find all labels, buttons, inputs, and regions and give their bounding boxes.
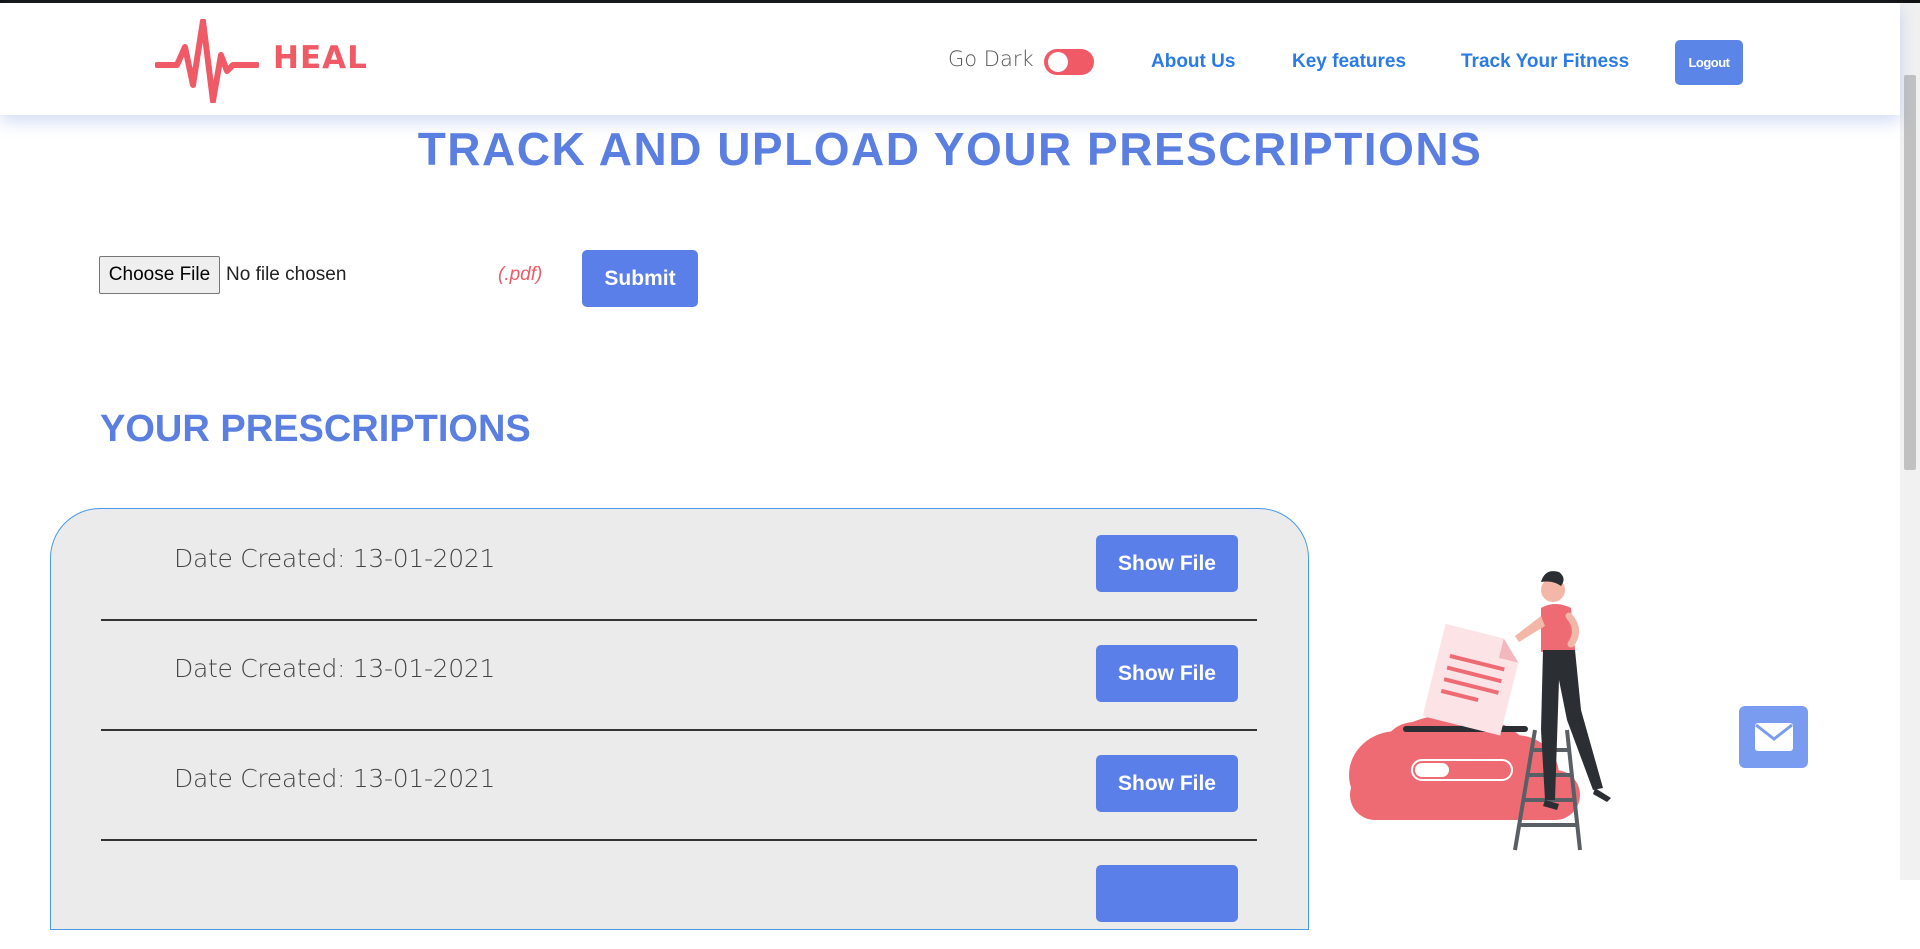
date-created-text: Date Created: 13-01-2021 bbox=[174, 764, 496, 793]
page-title: TRACK AND UPLOAD YOUR PRESCRIPTIONS bbox=[417, 123, 1483, 175]
file-status-text: No file chosen bbox=[226, 264, 347, 285]
scrollbar-thumb[interactable] bbox=[1904, 75, 1916, 470]
show-file-button[interactable]: Show File bbox=[1096, 535, 1238, 592]
logout-button[interactable]: Logout bbox=[1675, 40, 1743, 85]
page-scrollbar[interactable] bbox=[1900, 3, 1920, 880]
date-created-text: Date Created: 13-01-2021 bbox=[174, 544, 496, 573]
nav-track-fitness[interactable]: Track Your Fitness bbox=[1461, 51, 1629, 73]
prescription-row: Date Created: 13-01-2021 Show File bbox=[101, 619, 1257, 731]
top-navbar: HEAL Go Dark About Us Key features Track… bbox=[0, 3, 1900, 115]
prescription-row: Date Created: 13-01-2021 Show File bbox=[101, 729, 1257, 841]
date-created-text: Date Created: 13-01-2021 bbox=[174, 654, 496, 683]
contact-mail-button[interactable] bbox=[1739, 706, 1808, 768]
submit-button[interactable]: Submit bbox=[582, 250, 698, 307]
document-shape bbox=[1422, 623, 1519, 736]
dark-mode-toggle[interactable] bbox=[1044, 49, 1094, 75]
toggle-knob bbox=[1048, 52, 1068, 72]
prescriptions-list: Date Created: 13-01-2021 Show File Date … bbox=[50, 508, 1309, 930]
choose-file-button[interactable]: Choose File bbox=[99, 256, 220, 294]
nav-key-features[interactable]: Key features bbox=[1292, 51, 1406, 73]
prescription-row bbox=[101, 839, 1257, 949]
go-dark-label: Go Dark bbox=[948, 47, 1034, 71]
upload-illustration bbox=[1349, 571, 1611, 851]
brand-logo[interactable]: HEAL bbox=[155, 19, 368, 103]
show-file-button[interactable]: Show File bbox=[1096, 755, 1238, 812]
envelope-icon bbox=[1754, 723, 1793, 751]
prescription-row: Date Created: 13-01-2021 Show File bbox=[101, 509, 1257, 621]
heartbeat-icon bbox=[155, 19, 259, 103]
show-file-button[interactable] bbox=[1096, 865, 1238, 922]
file-format-hint: (.pdf) bbox=[498, 264, 543, 285]
nav-about-us[interactable]: About Us bbox=[1151, 51, 1235, 73]
brand-name: HEAL bbox=[273, 40, 368, 76]
show-file-button[interactable]: Show File bbox=[1096, 645, 1238, 702]
section-title: YOUR PRESCRIPTIONS bbox=[100, 408, 531, 450]
